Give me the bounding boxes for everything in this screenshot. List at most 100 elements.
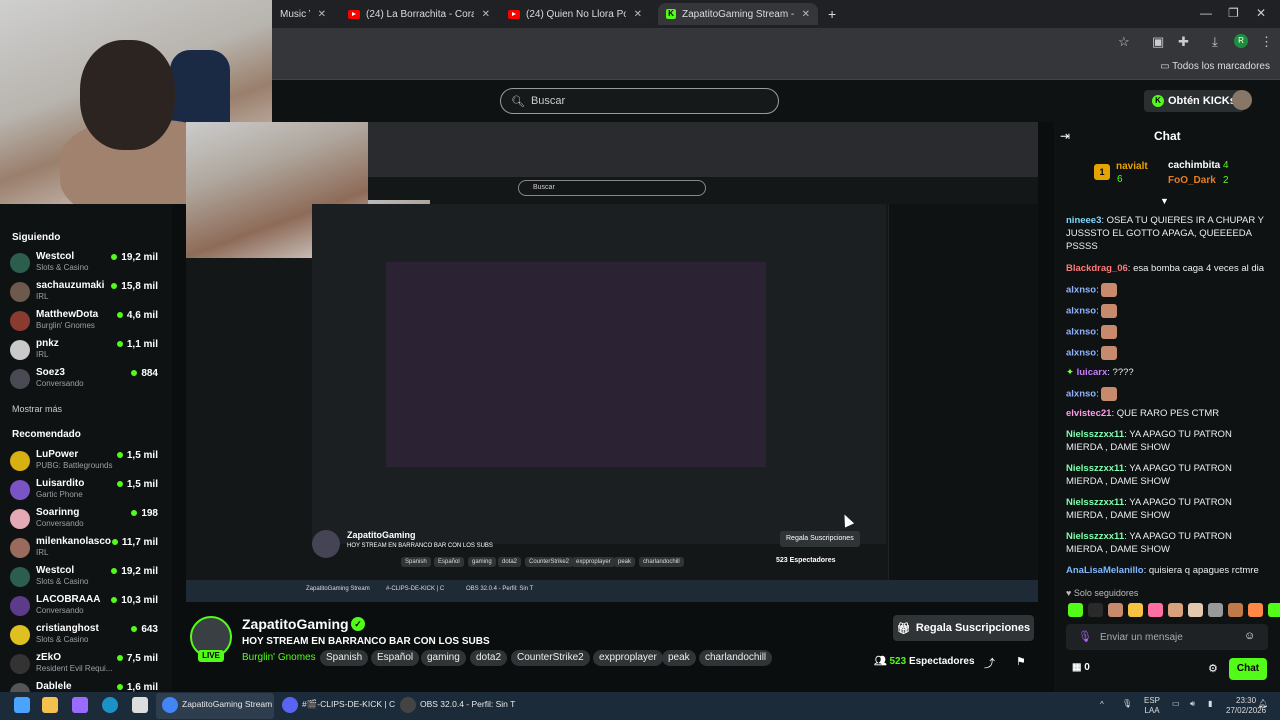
chat-username[interactable]: alxnso	[1066, 348, 1096, 359]
stream-tag[interactable]: expproplayer	[593, 650, 663, 666]
stream-tag[interactable]: peak	[662, 650, 696, 666]
sidebar-channel[interactable]: Soarinng Conversando 198	[10, 507, 162, 531]
emote-icon[interactable]	[1128, 603, 1143, 617]
sidebar-channel[interactable]: cristianghost Slots & Casino 643	[10, 623, 162, 647]
streamer-name[interactable]: ZapatitoGaming	[242, 616, 349, 632]
edge-icon[interactable]	[102, 697, 118, 713]
emote-icon[interactable]	[1248, 603, 1263, 617]
emote-icon[interactable]	[1168, 603, 1183, 617]
sidebar-channel[interactable]: Soez3 Conversando 884	[10, 367, 162, 391]
share-icon[interactable]: ⤴	[984, 655, 995, 671]
close-tab-icon[interactable]: ✕	[482, 9, 490, 20]
stream-category[interactable]: Burglin' Gnomes	[242, 652, 316, 663]
sidebar-channel[interactable]: LuPower PUBG: Battlegrounds 1,5 mil	[10, 449, 162, 473]
emote-icon[interactable]	[1228, 603, 1243, 617]
sidebar-channel[interactable]: Westcol Slots & Casino 19,2 mil	[10, 251, 162, 275]
sidebar-channel[interactable]: MatthewDota Burglin' Gnomes 4,6 mil	[10, 309, 162, 333]
browser-tab[interactable]: K ZapatitoGaming Stream - Watc ✕	[658, 3, 818, 25]
emote-icon[interactable]	[1188, 603, 1203, 617]
report-flag-icon[interactable]: ⚑	[1016, 655, 1026, 668]
extensions-icon[interactable]: ✚	[1178, 34, 1189, 50]
stream-video-player[interactable]: Buscar ZapatitoGaming HOY STREAM EN BARR…	[186, 122, 1038, 602]
emote-icon[interactable]	[1208, 603, 1223, 617]
browser-tab[interactable]: Music Video) ✕	[272, 3, 334, 25]
chat-username[interactable]: alxnso	[1066, 306, 1096, 317]
maximize-icon[interactable]: ❐	[1228, 6, 1239, 20]
new-tab-button[interactable]: +	[820, 3, 844, 25]
emote-icon[interactable]	[1088, 603, 1103, 617]
chat-username[interactable]: luicarx	[1077, 367, 1108, 378]
leaderboard-user-3[interactable]: FoO_Dark	[1168, 175, 1216, 186]
tray-chevron-icon[interactable]: ^	[1100, 700, 1104, 710]
network-icon[interactable]: ▭	[1172, 699, 1180, 709]
taskbar-item-discord[interactable]: #🎬-CLIPS-DE-KICK | C	[302, 699, 395, 710]
taskbar-item-chrome[interactable]: ZapatitoGaming Stream	[182, 699, 272, 709]
send-chat-button[interactable]: Chat	[1229, 658, 1267, 680]
sidebar-channel[interactable]: milenkanolasco IRL 11,7 mil	[10, 536, 162, 560]
minimize-icon[interactable]: —	[1200, 6, 1212, 20]
sidebar-channel[interactable]: LACOBRAAA Conversando 10,3 mil	[10, 594, 162, 618]
file-explorer-icon[interactable]	[42, 697, 58, 713]
chat-username[interactable]: alxnso	[1066, 389, 1096, 400]
user-avatar[interactable]	[1232, 90, 1252, 110]
browser-tab[interactable]: (24) Quien No Llora Por Amor ✕	[500, 3, 650, 25]
all-bookmarks-link[interactable]: ▭ Todos los marcadores	[1160, 61, 1270, 72]
close-tab-icon[interactable]: ✕	[802, 9, 810, 20]
emoji-picker-icon[interactable]: ☺	[1244, 630, 1255, 642]
screenshot-icon[interactable]: ▣	[1152, 34, 1164, 50]
sidebar-channel[interactable]: Dablele 1,6 mil	[10, 681, 162, 692]
sidebar-channel[interactable]: zEkO Resident Evil Requi... 7,5 mil	[10, 652, 162, 676]
menu-kebab-icon[interactable]: ⋮	[1260, 34, 1273, 50]
stream-tag[interactable]: Spanish	[320, 650, 369, 666]
language-indicator[interactable]: ESP LAA	[1144, 696, 1160, 716]
emote-icon[interactable]	[1148, 603, 1163, 617]
store-icon[interactable]	[132, 697, 148, 713]
chat-message-input[interactable]: Enviar un mensaje	[1066, 624, 1268, 650]
taskbar-item-obs[interactable]: OBS 32.0.4 - Perfil: Sin T	[420, 699, 515, 709]
emote-icon[interactable]	[1068, 603, 1083, 617]
sidebar-channel[interactable]: sachauzumaki IRL 15,8 mil	[10, 280, 162, 304]
mic-tray-icon[interactable]: 🎙︎	[1122, 699, 1132, 709]
emote-icon[interactable]	[1268, 603, 1280, 617]
chrome-icon[interactable]	[162, 697, 178, 713]
volume-icon[interactable]: 🔊︎	[1190, 699, 1195, 709]
get-kicks-button[interactable]: K Obtén KICKs	[1144, 90, 1244, 112]
search-input[interactable]: 🔍︎ Buscar	[500, 88, 779, 114]
chat-username[interactable]: Nielsszzxx11	[1066, 463, 1124, 474]
stream-tag[interactable]: Español	[371, 650, 420, 666]
download-icon[interactable]: ⤓	[1212, 34, 1218, 50]
chat-username[interactable]: elvistec21	[1066, 408, 1111, 419]
obs-icon[interactable]	[400, 697, 416, 713]
chat-username[interactable]: Nielsszzxx11	[1066, 429, 1124, 440]
copilot-icon[interactable]	[72, 697, 88, 713]
stream-tag[interactable]: gaming	[421, 650, 466, 666]
microphone-icon[interactable]: 🎙︎	[1078, 630, 1092, 643]
stream-tag[interactable]: charlandochill	[699, 650, 773, 666]
sidebar-channel[interactable]: pnkz IRL 1,1 mil	[10, 338, 162, 362]
chat-username[interactable]: Nielsszzxx11	[1066, 531, 1124, 542]
sidebar-channel[interactable]: Westcol Slots & Casino 19,2 mil	[10, 565, 162, 589]
notification-bell-icon[interactable]: 🔔︎	[1258, 699, 1268, 709]
stream-tag[interactable]: CounterStrike2	[511, 650, 590, 666]
emote-icon[interactable]	[1108, 603, 1123, 617]
leaderboard-user-1[interactable]: navialt	[1116, 161, 1148, 172]
show-more-link[interactable]: Mostrar más	[12, 404, 62, 414]
chat-settings-icon[interactable]: ⚙	[1208, 662, 1218, 675]
leaderboard-user-2[interactable]: cachimbita	[1168, 160, 1220, 171]
profile-avatar[interactable]: R	[1234, 34, 1248, 48]
chat-username[interactable]: alxnso	[1066, 327, 1096, 338]
close-window-icon[interactable]: ✕	[1256, 6, 1266, 20]
pinned-chevron-icon[interactable]: ▼	[1160, 196, 1169, 206]
chat-username[interactable]: nineee3	[1066, 215, 1101, 226]
kick-points[interactable]: ▦ 0	[1072, 662, 1090, 673]
windows-start-icon[interactable]	[14, 697, 30, 713]
gift-subscriptions-button[interactable]: 🎁︎ Regala Suscripciones	[893, 615, 1034, 641]
close-tab-icon[interactable]: ✕	[318, 9, 326, 20]
discord-icon[interactable]	[282, 697, 298, 713]
close-tab-icon[interactable]: ✕	[634, 9, 642, 20]
bookmark-star-icon[interactable]: ☆	[1118, 34, 1130, 50]
chat-username[interactable]: AnaLisaMelanillo	[1066, 565, 1144, 576]
battery-icon[interactable]: ▮	[1208, 699, 1212, 709]
browser-tab[interactable]: (24) La Borrachita - Corazon Se ✕	[340, 3, 498, 25]
chat-username[interactable]: Blackdrag_06	[1066, 263, 1128, 274]
